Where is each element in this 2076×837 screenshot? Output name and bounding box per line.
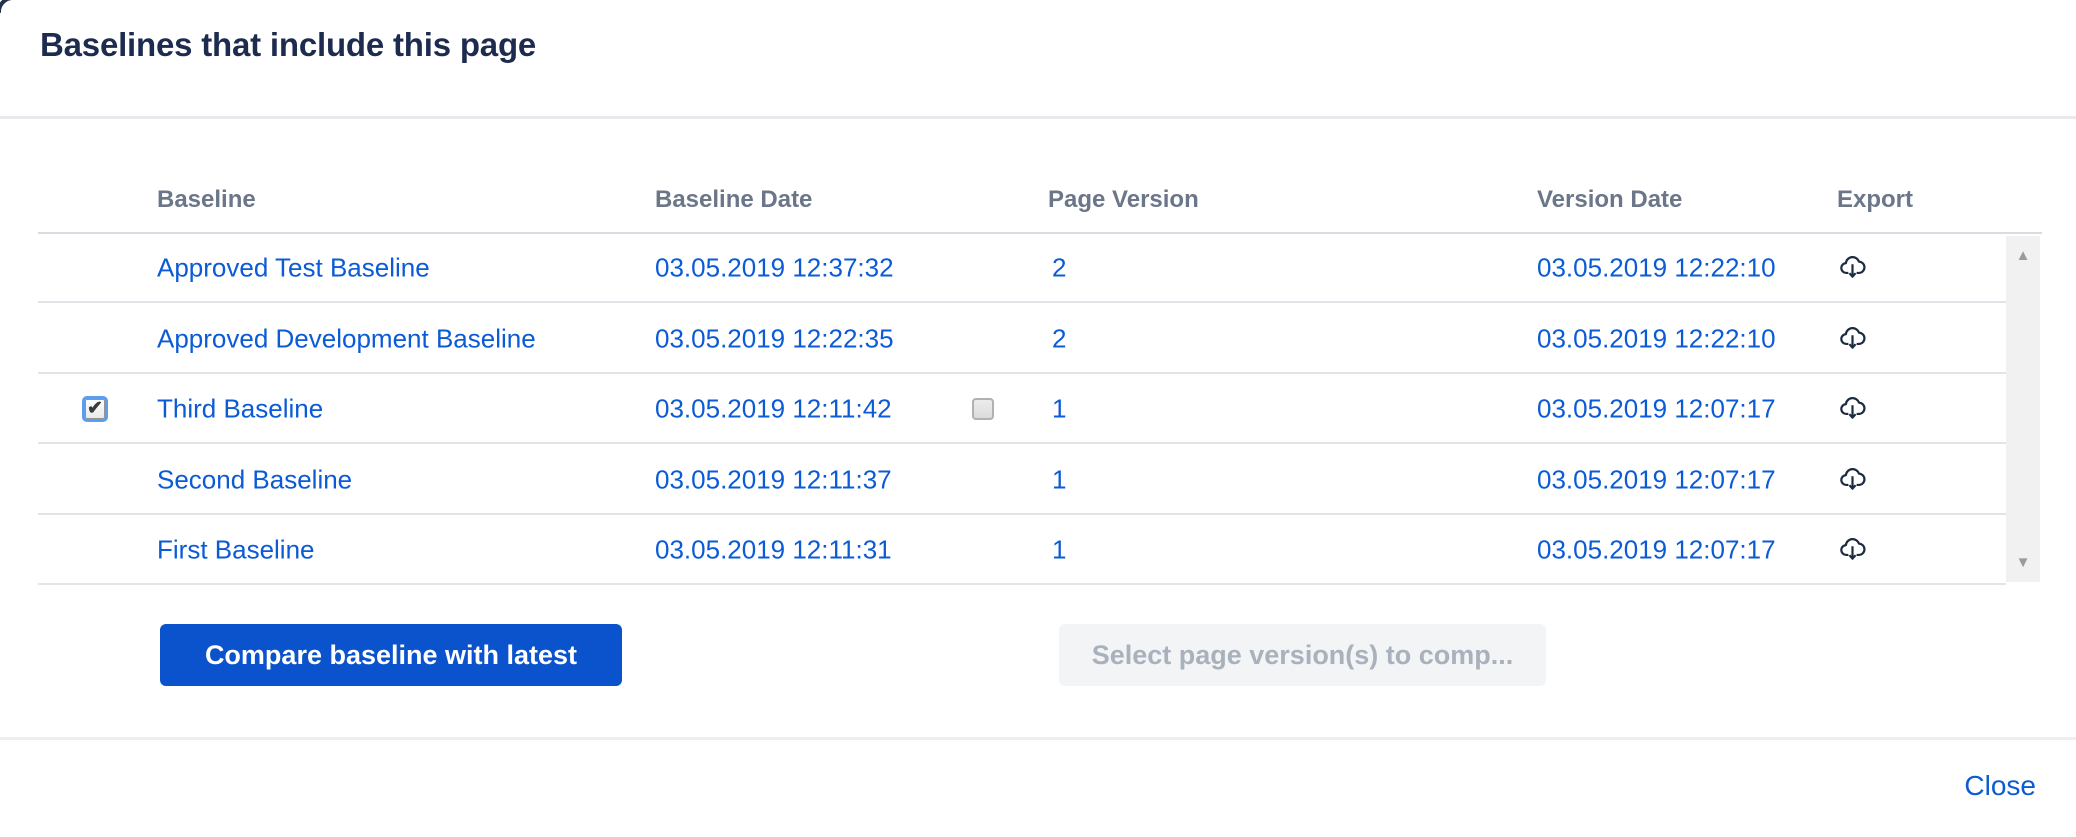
export-cloud-download-icon[interactable] — [1836, 464, 1870, 496]
select-page-versions-button[interactable]: Select page version(s) to comp... — [1059, 624, 1546, 686]
column-header-version-date: Version Date — [1537, 186, 1683, 213]
column-header-baseline: Baseline — [157, 186, 256, 213]
export-cloud-download-icon[interactable] — [1836, 534, 1870, 566]
page-version-link[interactable]: 2 — [1052, 324, 1066, 355]
title-divider — [0, 116, 2076, 119]
baseline-link[interactable]: Third Baseline — [157, 394, 323, 425]
version-date-link[interactable]: 03.05.2019 12:07:17 — [1537, 535, 1776, 566]
baseline-link[interactable]: Second Baseline — [157, 465, 352, 496]
table-row: Approved Development Baseline 03.05.2019… — [38, 306, 2006, 374]
version-date-link[interactable]: 03.05.2019 12:07:17 — [1537, 394, 1776, 425]
baseline-date-link[interactable]: 03.05.2019 12:11:42 — [655, 394, 892, 425]
checkmark-icon: ✔ — [87, 398, 103, 419]
table-header-divider — [38, 232, 2042, 234]
baseline-date-link[interactable]: 03.05.2019 12:11:31 — [655, 535, 892, 566]
version-date-link[interactable]: 03.05.2019 12:22:10 — [1537, 253, 1776, 284]
baselines-modal: Baselines that include this page Baselin… — [0, 0, 2076, 837]
footer-divider — [0, 737, 2076, 740]
table-scrollbar[interactable]: ▲ ▼ — [2006, 236, 2040, 582]
page-version-select-checkbox[interactable] — [972, 398, 994, 420]
column-header-baseline-date: Baseline Date — [655, 186, 813, 213]
column-header-page-version: Page Version — [1048, 186, 1199, 213]
scroll-up-icon[interactable]: ▲ — [2006, 248, 2040, 263]
table-row: ✔ Third Baseline 03.05.2019 12:11:42 1 0… — [38, 376, 2006, 444]
baseline-date-link[interactable]: 03.05.2019 12:22:35 — [655, 324, 894, 355]
baseline-link[interactable]: First Baseline — [157, 535, 315, 566]
table-row: Approved Test Baseline 03.05.2019 12:37:… — [38, 235, 2006, 303]
table-row: Second Baseline 03.05.2019 12:11:37 1 03… — [38, 447, 2006, 515]
page-version-link[interactable]: 1 — [1052, 535, 1066, 566]
baseline-date-link[interactable]: 03.05.2019 12:11:37 — [655, 465, 892, 496]
baseline-link[interactable]: Approved Development Baseline — [157, 324, 536, 355]
export-cloud-download-icon[interactable] — [1836, 252, 1870, 284]
page-version-link[interactable]: 2 — [1052, 253, 1066, 284]
dialog-title: Baselines that include this page — [40, 26, 537, 63]
table-row: First Baseline 03.05.2019 12:11:31 1 03.… — [38, 517, 2006, 585]
page-version-link[interactable]: 1 — [1052, 394, 1066, 425]
corner-artifact-icon — [0, 0, 14, 14]
column-header-export: Export — [1837, 186, 1914, 213]
close-button[interactable]: Close — [1964, 770, 2036, 802]
export-cloud-download-icon[interactable] — [1836, 393, 1870, 425]
scroll-down-icon[interactable]: ▼ — [2006, 555, 2040, 570]
baseline-link[interactable]: Approved Test Baseline — [157, 253, 430, 284]
version-date-link[interactable]: 03.05.2019 12:07:17 — [1537, 465, 1776, 496]
version-date-link[interactable]: 03.05.2019 12:22:10 — [1537, 324, 1776, 355]
export-cloud-download-icon[interactable] — [1836, 323, 1870, 355]
compare-baseline-button[interactable]: Compare baseline with latest — [160, 624, 622, 686]
baseline-date-link[interactable]: 03.05.2019 12:37:32 — [655, 253, 894, 284]
page-version-link[interactable]: 1 — [1052, 465, 1066, 496]
baseline-select-checkbox[interactable]: ✔ — [82, 396, 108, 422]
